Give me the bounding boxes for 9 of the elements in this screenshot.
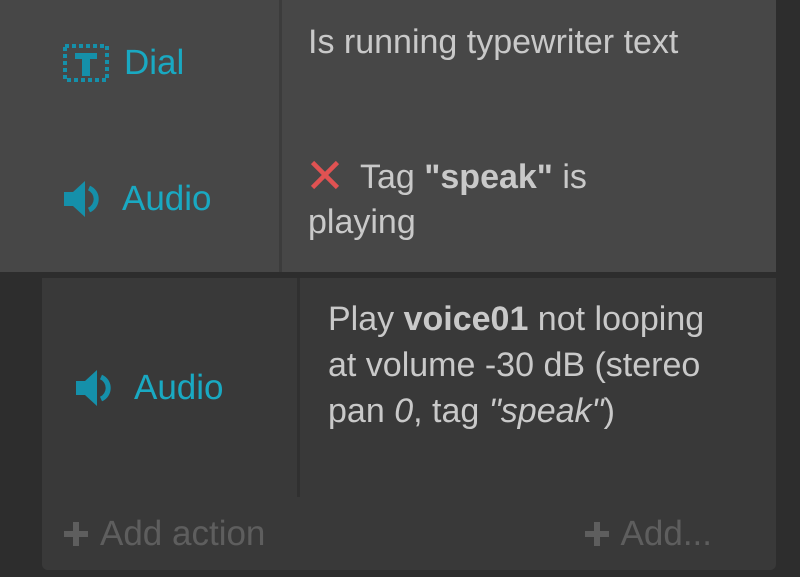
plus-icon [64, 522, 88, 546]
condition-text: Is running typewriter text [308, 23, 678, 61]
object-name: Audio [134, 368, 224, 408]
object-name: Audio [122, 178, 212, 218]
plus-icon [584, 522, 609, 546]
object-name: Dial [124, 42, 184, 82]
condition-text: Tag "speak" is playing [308, 158, 587, 241]
text-object-icon [62, 42, 110, 82]
action-text: Play voice01 not looping at volume -30 dB (stereo pan 0, tag "speak") [328, 300, 704, 430]
